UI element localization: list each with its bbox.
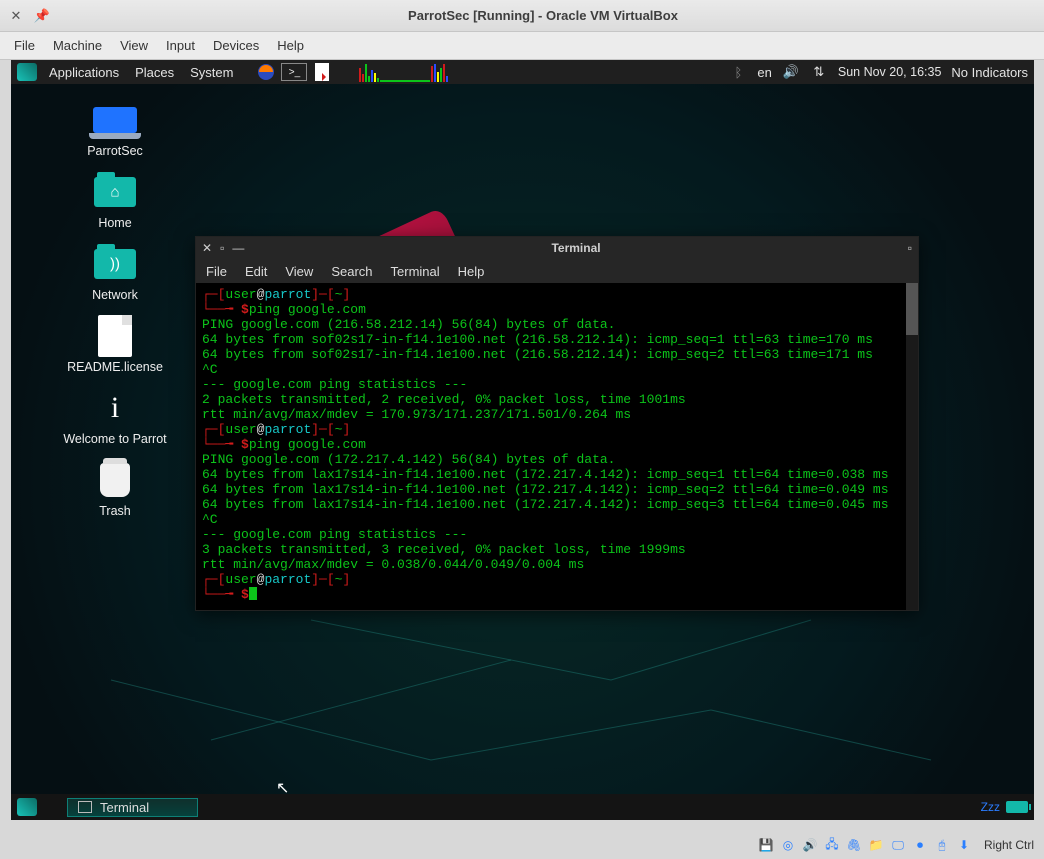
vb-network-icon[interactable]: 🖧 — [824, 837, 840, 853]
keyboard-layout-indicator[interactable]: en — [757, 65, 771, 80]
desktop-icon-home-label: Home — [98, 216, 131, 230]
desktop-icon-parrotsec[interactable]: ParrotSec — [35, 100, 195, 158]
desktop-icon-home[interactable]: ⌂ Home — [35, 172, 195, 230]
terminal-body[interactable]: ┌─[user@parrot]─[~] └──╼ $ping google.co… — [196, 283, 918, 610]
terminal-menu-file[interactable]: File — [206, 264, 227, 279]
desktop-icon-readme[interactable]: README.license — [35, 316, 195, 374]
panel-menu-system[interactable]: System — [186, 65, 237, 80]
desktop-icon-trash-label: Trash — [99, 504, 131, 518]
terminal-menu-terminal[interactable]: Terminal — [391, 264, 440, 279]
desktop-icon-network-label: Network — [92, 288, 138, 302]
vb-display-icon[interactable]: 🖵 — [890, 837, 906, 853]
desktop-icon-welcome-label: Welcome to Parrot — [63, 432, 166, 446]
host-key-label: Right Ctrl — [984, 838, 1034, 852]
host-pin-button[interactable]: 📌 — [34, 8, 50, 24]
host-statusbar: 💾 ◎ 🔊 🖧 🖇 📁 🖵 ⏺ 🖰 ⬇ Right Ctrl — [11, 835, 1034, 855]
vb-hdd-icon[interactable]: 💾 — [758, 837, 774, 853]
desktop-icon-trash[interactable]: Trash — [35, 460, 195, 518]
desktop-icon-trash-icon — [92, 460, 138, 500]
host-menu-help[interactable]: Help — [277, 38, 304, 53]
terminal-menu-search[interactable]: Search — [331, 264, 372, 279]
terminal-maximize-button[interactable]: ▫ — [220, 241, 224, 255]
terminal-menu-edit[interactable]: Edit — [245, 264, 267, 279]
desktop-icons: ParrotSec ⌂ Home )) Network README.licen… — [35, 100, 195, 532]
host-menu-file[interactable]: File — [14, 38, 35, 53]
battery-icon[interactable] — [1006, 801, 1028, 813]
terminal-title: Terminal — [244, 241, 907, 255]
terminal-restore-button[interactable]: ▫ — [908, 241, 912, 255]
host-menu-devices[interactable]: Devices — [213, 38, 259, 53]
taskbar-item-terminal[interactable]: Terminal — [67, 798, 198, 817]
desktop-icon-network[interactable]: )) Network — [35, 244, 195, 302]
editor-launcher-icon[interactable] — [313, 63, 331, 81]
taskbar-item-label: Terminal — [100, 800, 149, 815]
network-icon[interactable]: ⇅ — [810, 63, 828, 81]
vb-mouse-icon[interactable]: 🖰 — [934, 837, 950, 853]
clock[interactable]: Sun Nov 20, 16:35 — [838, 65, 942, 79]
terminal-minimize-button[interactable]: — — [232, 241, 244, 255]
firefox-icon[interactable] — [257, 63, 275, 81]
desktop-icon-readme-label: README.license — [67, 360, 163, 374]
host-menubar: File Machine View Input Devices Help — [0, 32, 1044, 60]
terminal-menubar: File Edit View Search Terminal Help — [196, 259, 918, 283]
panel-menu-places[interactable]: Places — [131, 65, 178, 80]
system-monitor-applet[interactable] — [359, 62, 509, 82]
guest-top-panel: Applications Places System >_ ᛒ en 🔊 ⇅ S… — [11, 60, 1034, 84]
desktop-icon-parrotsec-icon — [92, 100, 138, 140]
terminal-titlebar[interactable]: ✕ ▫ — Terminal ▫ — [196, 237, 918, 259]
desktop-icon-home-icon: ⌂ — [92, 172, 138, 212]
host-menu-input[interactable]: Input — [166, 38, 195, 53]
no-indicators-label: No Indicators — [951, 65, 1028, 80]
power-manager-icon[interactable]: Zzz — [981, 800, 1000, 814]
host-menu-view[interactable]: View — [120, 38, 148, 53]
desktop-icon-parrotsec-label: ParrotSec — [87, 144, 143, 158]
desktop-icon-welcome-icon: i — [92, 388, 138, 428]
panel-menu-applications[interactable]: Applications — [45, 65, 123, 80]
desktop-icon-readme-icon — [92, 316, 138, 356]
terminal-window: ✕ ▫ — Terminal ▫ File Edit View Search T… — [195, 236, 919, 611]
vb-shared-icon[interactable]: 📁 — [868, 837, 884, 853]
host-menu-machine[interactable]: Machine — [53, 38, 102, 53]
terminal-close-button[interactable]: ✕ — [202, 241, 212, 255]
vb-optical-icon[interactable]: ◎ — [780, 837, 796, 853]
host-close-button[interactable]: ✕ — [8, 8, 24, 24]
desktop-icon-welcome[interactable]: i Welcome to Parrot — [35, 388, 195, 446]
vb-record-icon[interactable]: ⏺ — [912, 837, 928, 853]
bluetooth-icon[interactable]: ᛒ — [729, 63, 747, 81]
terminal-menu-help[interactable]: Help — [458, 264, 485, 279]
vb-audio-icon[interactable]: 🔊 — [802, 837, 818, 853]
terminal-icon — [78, 801, 92, 813]
show-desktop-icon[interactable] — [17, 798, 37, 816]
terminal-launcher-icon[interactable]: >_ — [281, 63, 307, 81]
guest-bottom-panel: Terminal Zzz — [11, 794, 1034, 820]
terminal-scrollbar-thumb[interactable] — [906, 283, 918, 335]
vb-usb-icon[interactable]: 🖇 — [846, 837, 862, 853]
volume-icon[interactable]: 🔊 — [782, 63, 800, 81]
guest-screen: Applications Places System >_ ᛒ en 🔊 ⇅ S… — [11, 60, 1034, 820]
desktop-icon-network-icon: )) — [92, 244, 138, 284]
vb-keyboard-icon[interactable]: ⬇ — [956, 837, 972, 853]
host-titlebar: ✕ 📌 ParrotSec [Running] - Oracle VM Virt… — [0, 0, 1044, 32]
menu-logo-icon[interactable] — [17, 63, 37, 81]
host-window-title: ParrotSec [Running] - Oracle VM VirtualB… — [408, 8, 678, 23]
terminal-menu-view[interactable]: View — [285, 264, 313, 279]
